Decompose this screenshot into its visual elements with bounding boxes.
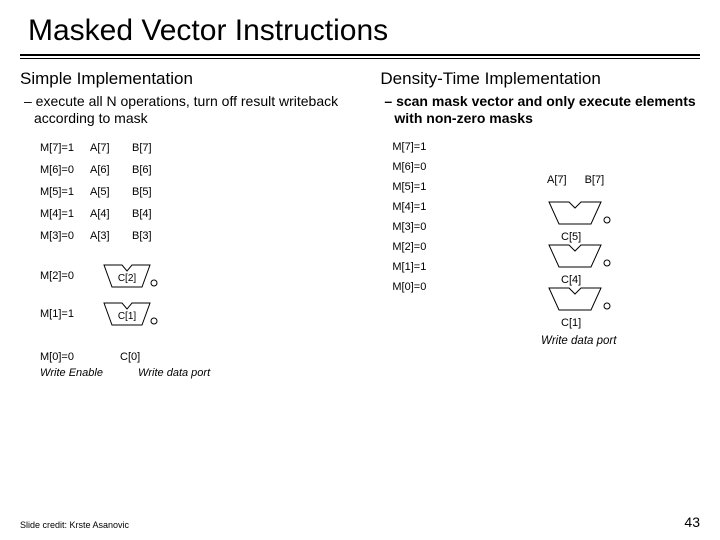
a-cell: A[7] (547, 174, 567, 186)
c-label: C[1] (561, 317, 617, 329)
mask-cell: M[3]=0 (40, 230, 90, 242)
alu-icon (547, 243, 617, 272)
a-cell: A[3] (90, 230, 132, 242)
mask-cell: M[4]=1 (40, 208, 90, 220)
right-bullet: – scan mask vector and only execute elem… (380, 93, 700, 127)
b-cell: B[7] (585, 174, 605, 186)
mask-cell: M[5]=1 (40, 186, 90, 198)
mask-cell: M[6]=0 (40, 164, 90, 176)
right-heading: Density-Time Implementation (380, 69, 700, 89)
slide-credit: Slide credit: Krste Asanovic (20, 520, 129, 530)
c-label: C[1] (118, 311, 137, 322)
mask-cell: M[2]=0 (392, 241, 452, 253)
b-cell: B[3] (132, 230, 174, 242)
divider (20, 54, 700, 56)
mask-cell: M[5]=1 (392, 181, 452, 193)
slide-title: Masked Vector Instructions (0, 0, 720, 54)
page-number: 43 (684, 514, 700, 530)
alu-icon: C[1] (102, 301, 152, 327)
write-data-port-label: Write data port (541, 335, 617, 347)
mask-cell: M[3]=0 (392, 221, 452, 233)
alu-icon (547, 200, 617, 229)
right-compute-stack: A[7] B[7] C[5] C[4] C[1] Write data port (547, 174, 617, 347)
left-bullet: – execute all N operations, turn off res… (20, 93, 380, 127)
c-label: C[2] (118, 273, 137, 284)
a-cell: A[5] (90, 186, 132, 198)
left-heading: Simple Implementation (20, 69, 380, 89)
a-cell: A[6] (90, 164, 132, 176)
c-label: C[0] (102, 351, 142, 363)
b-cell: B[6] (132, 164, 174, 176)
a-cell: A[7] (90, 142, 132, 154)
mask-cell: M[4]=1 (392, 201, 452, 213)
b-cell: B[5] (132, 186, 174, 198)
mask-cell: M[7]=1 (40, 142, 90, 154)
mask-cell: M[6]=0 (392, 161, 452, 173)
mask-cell: M[0]=0 (392, 281, 452, 293)
mask-cell: M[1]=1 (392, 261, 452, 273)
mask-cell: M[2]=0 (40, 270, 102, 282)
right-mask-list: M[7]=1 M[6]=0 M[5]=1 M[4]=1 M[3]=0 M[2]=… (380, 137, 700, 297)
b-cell: B[4] (132, 208, 174, 220)
left-table: M[7]=1A[7]B[7] M[6]=0A[6]B[6] M[5]=1A[5]… (20, 137, 380, 247)
c-label: C[4] (561, 274, 617, 286)
mask-cell: M[0]=0 (40, 351, 102, 363)
mask-cell: M[7]=1 (392, 141, 452, 153)
b-cell: B[7] (132, 142, 174, 154)
alu-icon: C[2] (102, 263, 152, 289)
alu-icon (547, 286, 617, 315)
c-label: C[5] (561, 231, 617, 243)
mask-cell: M[1]=1 (40, 308, 102, 320)
a-cell: A[4] (90, 208, 132, 220)
